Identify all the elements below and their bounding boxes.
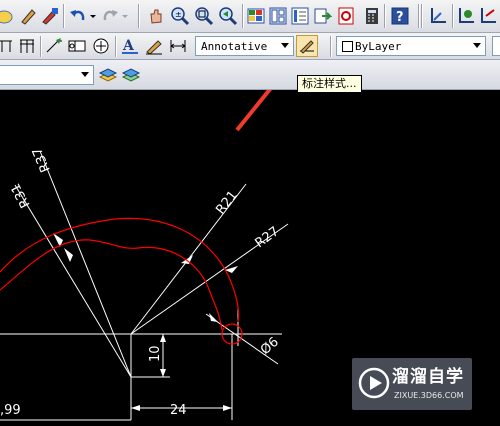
- help-icon[interactable]: ?: [390, 6, 410, 26]
- dimension-style-button[interactable]: [296, 35, 318, 57]
- layers-toolbar: [0, 60, 500, 90]
- dim-label-r31: R31: [8, 181, 33, 211]
- text-style-icon[interactable]: A: [120, 36, 140, 56]
- ucs-previous-icon[interactable]: [478, 6, 498, 26]
- svg-text:A: A: [122, 38, 135, 54]
- layer-select[interactable]: ByLayer: [336, 36, 486, 56]
- toolbar-separator: [421, 4, 422, 28]
- styles-toolbar: A Annotative ByLayer: [0, 33, 500, 60]
- linetype-select[interactable]: [492, 36, 500, 56]
- zoom-window-icon[interactable]: [194, 6, 214, 26]
- ucs-icon[interactable]: [428, 6, 448, 26]
- dim-label-r37: R37: [30, 145, 54, 174]
- geometry-lines: [0, 150, 289, 421]
- quick-leader-icon[interactable]: [44, 36, 64, 56]
- watermark-title: 溜溜自学: [392, 367, 464, 387]
- zoom-previous-icon[interactable]: [218, 6, 238, 26]
- toolbar-separator: [242, 4, 243, 28]
- center-mark-icon[interactable]: [91, 36, 111, 56]
- redo-icon[interactable]: [100, 6, 120, 26]
- zoom-realtime-icon[interactable]: ±: [170, 6, 190, 26]
- toolbar-separator: [40, 36, 41, 57]
- layer-value: ByLayer: [355, 40, 402, 53]
- pencil-icon[interactable]: [18, 6, 38, 26]
- play-logo-icon: [358, 367, 390, 399]
- tolerance-icon[interactable]: [67, 36, 87, 56]
- dim-arc-icon[interactable]: [0, 6, 16, 26]
- outer-arc[interactable]: [0, 217, 240, 323]
- markup-icon[interactable]: [336, 6, 356, 26]
- svg-text:?: ?: [396, 10, 404, 25]
- undo-icon[interactable]: [68, 6, 88, 26]
- toolbar-separator: [115, 36, 116, 57]
- dim-label-d6: Ø6: [258, 335, 282, 358]
- inner-arc[interactable]: [0, 239, 223, 331]
- standard-toolbar: ± ?: [0, 0, 500, 33]
- color-swatch-icon: [342, 41, 353, 52]
- pan-icon[interactable]: [146, 6, 166, 26]
- dim-label-r27: R27: [253, 224, 283, 251]
- match-properties-icon[interactable]: [40, 6, 60, 26]
- undo-dropdown-icon[interactable]: [88, 6, 98, 26]
- dim-label-r21: R21: [213, 188, 241, 217]
- dim-label-24: 24: [170, 403, 187, 418]
- dim-baseline-icon[interactable]: [17, 36, 37, 56]
- toolbar-separator: [418, 4, 419, 28]
- red-callout-arrow: [235, 90, 272, 132]
- watermark-url: ZIXUE.3D66.COM: [394, 391, 464, 400]
- layer-properties-icon[interactable]: [98, 65, 118, 85]
- chevron-down-icon[interactable]: [281, 43, 289, 48]
- watermark: 溜溜自学 ZIXUE.3D66.COM: [352, 358, 472, 410]
- text-style-value: Annotative: [201, 40, 268, 53]
- dim-label-99: ,99: [0, 403, 21, 418]
- ucs-world-icon[interactable]: [456, 6, 476, 26]
- leader-r31[interactable]: [14, 184, 132, 378]
- layer-list-select[interactable]: [0, 65, 94, 85]
- properties-icon[interactable]: [246, 6, 266, 26]
- dim-linear-icon[interactable]: [0, 36, 16, 56]
- chevron-down-icon[interactable]: [473, 43, 481, 48]
- dim-edit-icon[interactable]: [144, 36, 164, 56]
- redo-dropdown-icon[interactable]: [120, 6, 130, 26]
- leader-r37[interactable]: [39, 150, 132, 378]
- toolbar-separator: [384, 4, 385, 28]
- calculator-icon[interactable]: [362, 6, 382, 26]
- chevron-down-icon[interactable]: [81, 72, 89, 77]
- svg-text:±: ±: [175, 10, 182, 19]
- arrowheads: [53, 233, 238, 411]
- dim-style-update-icon[interactable]: [168, 36, 188, 56]
- toolbar-separator: [452, 4, 453, 28]
- toolbar-separator: [330, 36, 331, 57]
- tool-palettes-icon[interactable]: [290, 6, 310, 26]
- layer-previous-icon[interactable]: [121, 65, 141, 85]
- sheet-set-icon[interactable]: [312, 6, 332, 26]
- dim-label-10: 10: [148, 345, 163, 362]
- text-style-select[interactable]: Annotative: [195, 36, 294, 56]
- design-center-icon[interactable]: [268, 6, 288, 26]
- toolbar-separator: [63, 4, 64, 28]
- toolbar-separator: [138, 4, 139, 28]
